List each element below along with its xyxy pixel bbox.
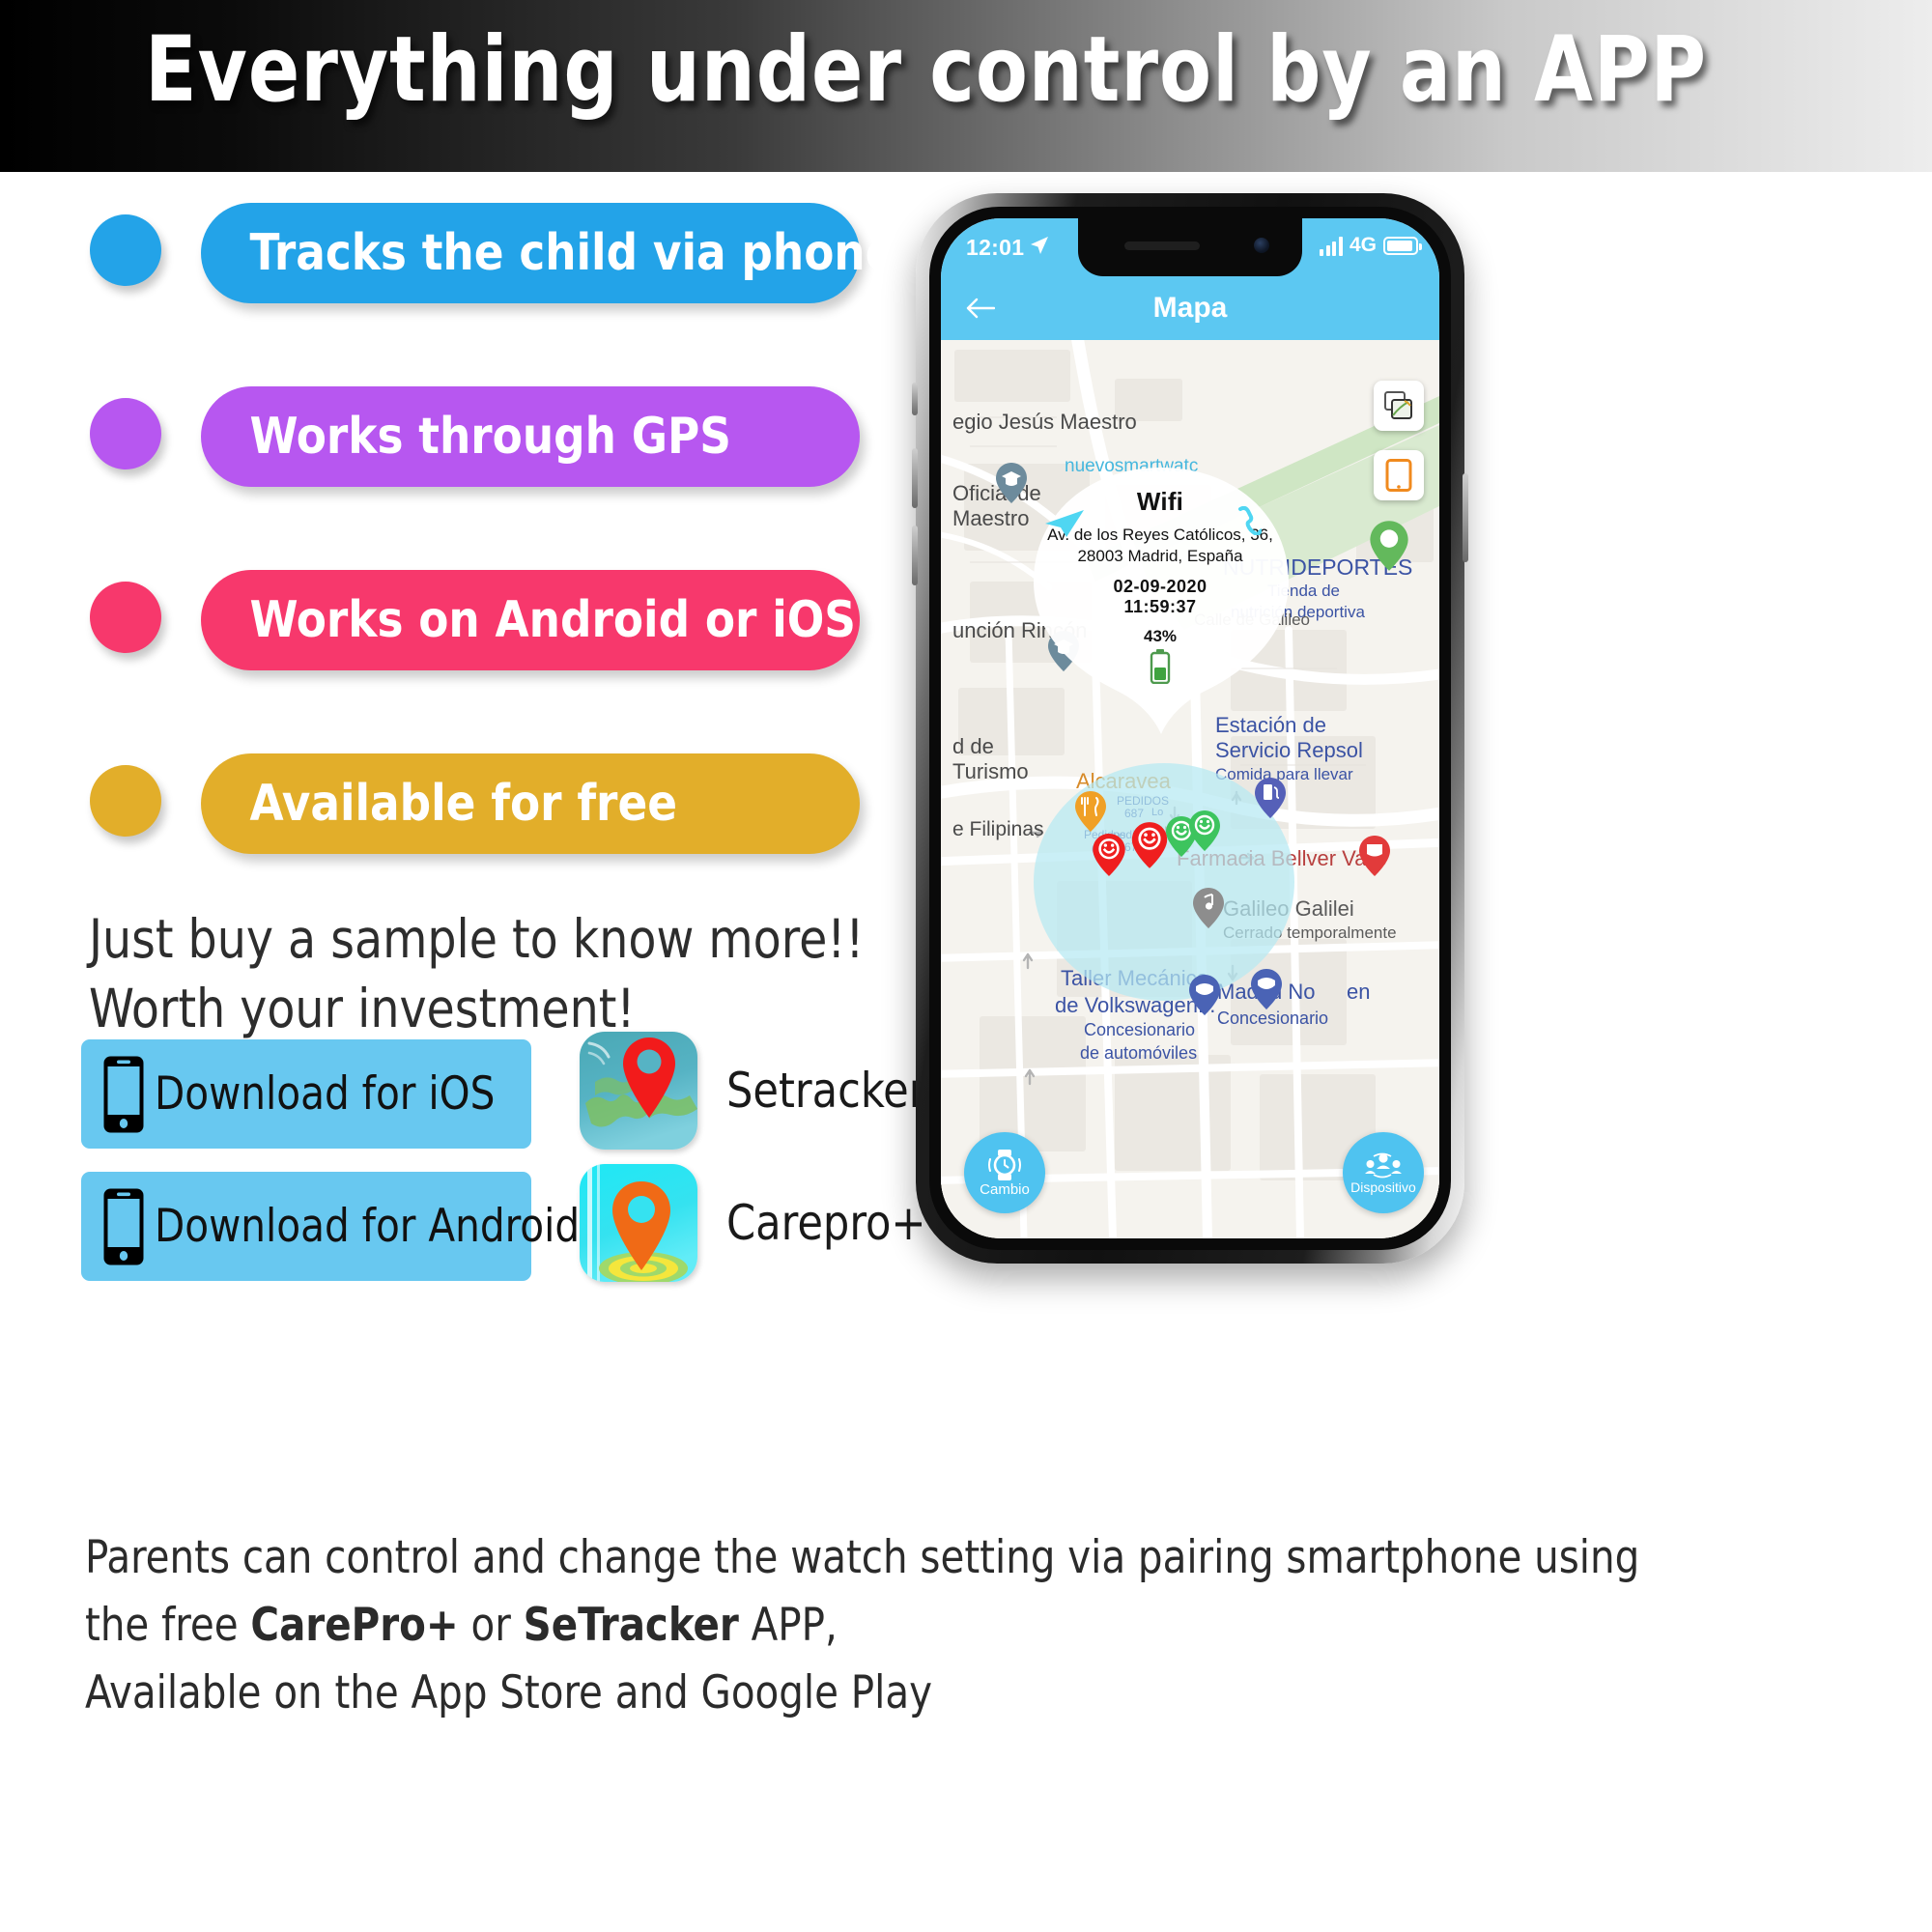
footer-line-1: Parents can control and change the watch… [85,1531,1640,1584]
car-dealer-pin-icon[interactable] [1250,968,1283,1010]
info-bubble-date: 02-09-2020 [1113,577,1208,597]
footer-paragraph: Parents can control and change the watch… [85,1524,1774,1727]
info-address-line2: 28003 Madrid, España [1077,547,1243,566]
download-android-label: Download for Android [155,1200,581,1253]
feature-row-2: Works through GPS [0,386,927,512]
battery-icon [1383,236,1422,255]
phone-icon [103,1188,144,1264]
setracker-app-icon [580,1032,697,1150]
front-camera [1254,238,1269,253]
map-label: Concesionario [1084,1020,1196,1039]
happy-marker-pin-red[interactable] [1130,821,1169,869]
gas-station-pin-icon[interactable] [1254,777,1287,819]
feature-row-3: Works on Android or iOS [0,570,927,696]
map-label: Concesionario [1217,1009,1329,1028]
footer-line2-pre: the free [85,1599,251,1652]
tagline-block: Just buy a sample to know more!! Worth y… [89,904,867,1043]
send-arrow-icon [1045,510,1084,537]
feature-pill-gps[interactable]: Works through GPS [201,386,860,487]
feature-row-1: Tracks the child via phone [0,203,927,328]
cambio-button-label: Cambio [980,1181,1030,1199]
dispositivo-button-label: Dispositivo [1350,1179,1416,1195]
download-ios-button[interactable]: Download for iOS [81,1039,531,1149]
map-label: Servicio Repsol [1215,738,1363,762]
phone-call-icon [1238,506,1262,535]
header-banner: Everything under control by an APP [0,0,1932,172]
people-icon [1365,1152,1402,1179]
feature-pill-tracks-child[interactable]: Tracks the child via phone [201,203,895,303]
app-name-carepro: Carepro+ [726,1195,926,1251]
earpiece-speaker [1124,242,1200,250]
layers-icon [1384,391,1412,419]
orange-phone-icon [1385,459,1412,492]
feature-pill-free[interactable]: Available for free [201,753,860,854]
footer-line2-mid: or [458,1599,524,1652]
green-location-pin-icon[interactable] [1368,520,1410,572]
map-label: egio Jesús Maestro [952,410,1137,434]
feature-bullet-dot [90,582,161,653]
footer-line2-post: APP, [738,1599,838,1652]
feature-pill-android-ios[interactable]: Works on Android or iOS [201,570,860,670]
feature-label: Available for free [249,775,678,833]
map-label: de automóviles [1080,1043,1198,1063]
footer-line-3: Available on the App Store and Google Pl… [85,1666,932,1719]
happy-marker-pin-red[interactable] [1092,833,1126,877]
back-arrow-icon[interactable] [966,298,995,319]
feature-label: Tracks the child via phone [249,224,895,282]
watch-icon [988,1150,1021,1181]
feature-bullet-dot [90,398,161,469]
tagline-line-1: Just buy a sample to know more!! [89,908,865,970]
network-type-label: 4G [1349,234,1377,256]
info-bubble-battery-pct: 43% [1143,627,1178,646]
app-bar-title: Mapa [1152,292,1228,324]
location-arrow-icon [1031,237,1048,254]
map-label: Maestro [952,506,1030,530]
download-android-button[interactable]: Download for Android [81,1172,580,1281]
app-row-setracker[interactable]: Setracker [580,1032,934,1150]
map-label: e Filipinas [952,818,1044,840]
volume-up-button[interactable] [912,448,918,508]
volume-down-button[interactable] [912,526,918,585]
footer-brand-setracker: SeTracker [523,1599,739,1652]
happy-marker-pin-green[interactable] [1188,810,1221,852]
info-bubble-time: 11:59:37 [1123,597,1197,617]
mute-switch[interactable] [912,383,918,415]
dispositivo-button[interactable]: Dispositivo [1343,1132,1424,1213]
map-label: d de [952,734,994,758]
feature-row-4: Available for free [0,753,927,879]
status-right-group: 4G [1320,234,1422,257]
cambio-button[interactable]: Cambio [964,1132,1045,1213]
map-canvas[interactable]: Wifi Av. de los Reyes Católicos, 36, 280… [941,340,1439,1238]
feature-bullet-dot [90,214,161,286]
car-dealer-pin-icon[interactable] [1188,974,1221,1016]
download-ios-label: Download for iOS [155,1067,496,1121]
music-pin-icon[interactable] [1192,887,1225,929]
feature-label: Works on Android or iOS [249,591,856,649]
device-view-button[interactable] [1374,450,1424,500]
carepro-app-icon [580,1164,697,1282]
pharmacy-pin-icon[interactable] [1358,835,1391,877]
footer-brand-carepro: CarePro+ [250,1599,459,1652]
restaurant-pin-icon[interactable] [1074,790,1107,833]
layers-button[interactable] [1374,381,1424,431]
app-bar: Mapa [941,276,1439,340]
status-time: 12:01 [966,235,1025,260]
battery-level-icon [1150,649,1171,685]
page-title: Everything under control by an APP [145,17,1707,123]
feature-bullet-dot [90,765,161,837]
school-pin-icon[interactable] [995,462,1028,504]
signal-bars-icon [1320,236,1343,256]
map-label: Turismo [952,759,1029,783]
app-name-setracker: Setracker [726,1063,926,1119]
power-button[interactable] [1463,473,1468,562]
footer-line-2: the free CarePro+ or SeTracker APP, [85,1592,1774,1660]
map-label: en [1347,980,1371,1004]
phone-mockup: 12:01 4G Mapa Wifi Av. de los Reyes Cató… [912,193,1468,1264]
phone-icon [103,1056,144,1132]
feature-label: Works through GPS [249,408,731,466]
app-row-carepro[interactable]: Carepro+ [580,1164,934,1282]
phone-screen: 12:01 4G Mapa Wifi Av. de los Reyes Cató… [941,218,1439,1238]
phone-notch [1078,218,1302,276]
